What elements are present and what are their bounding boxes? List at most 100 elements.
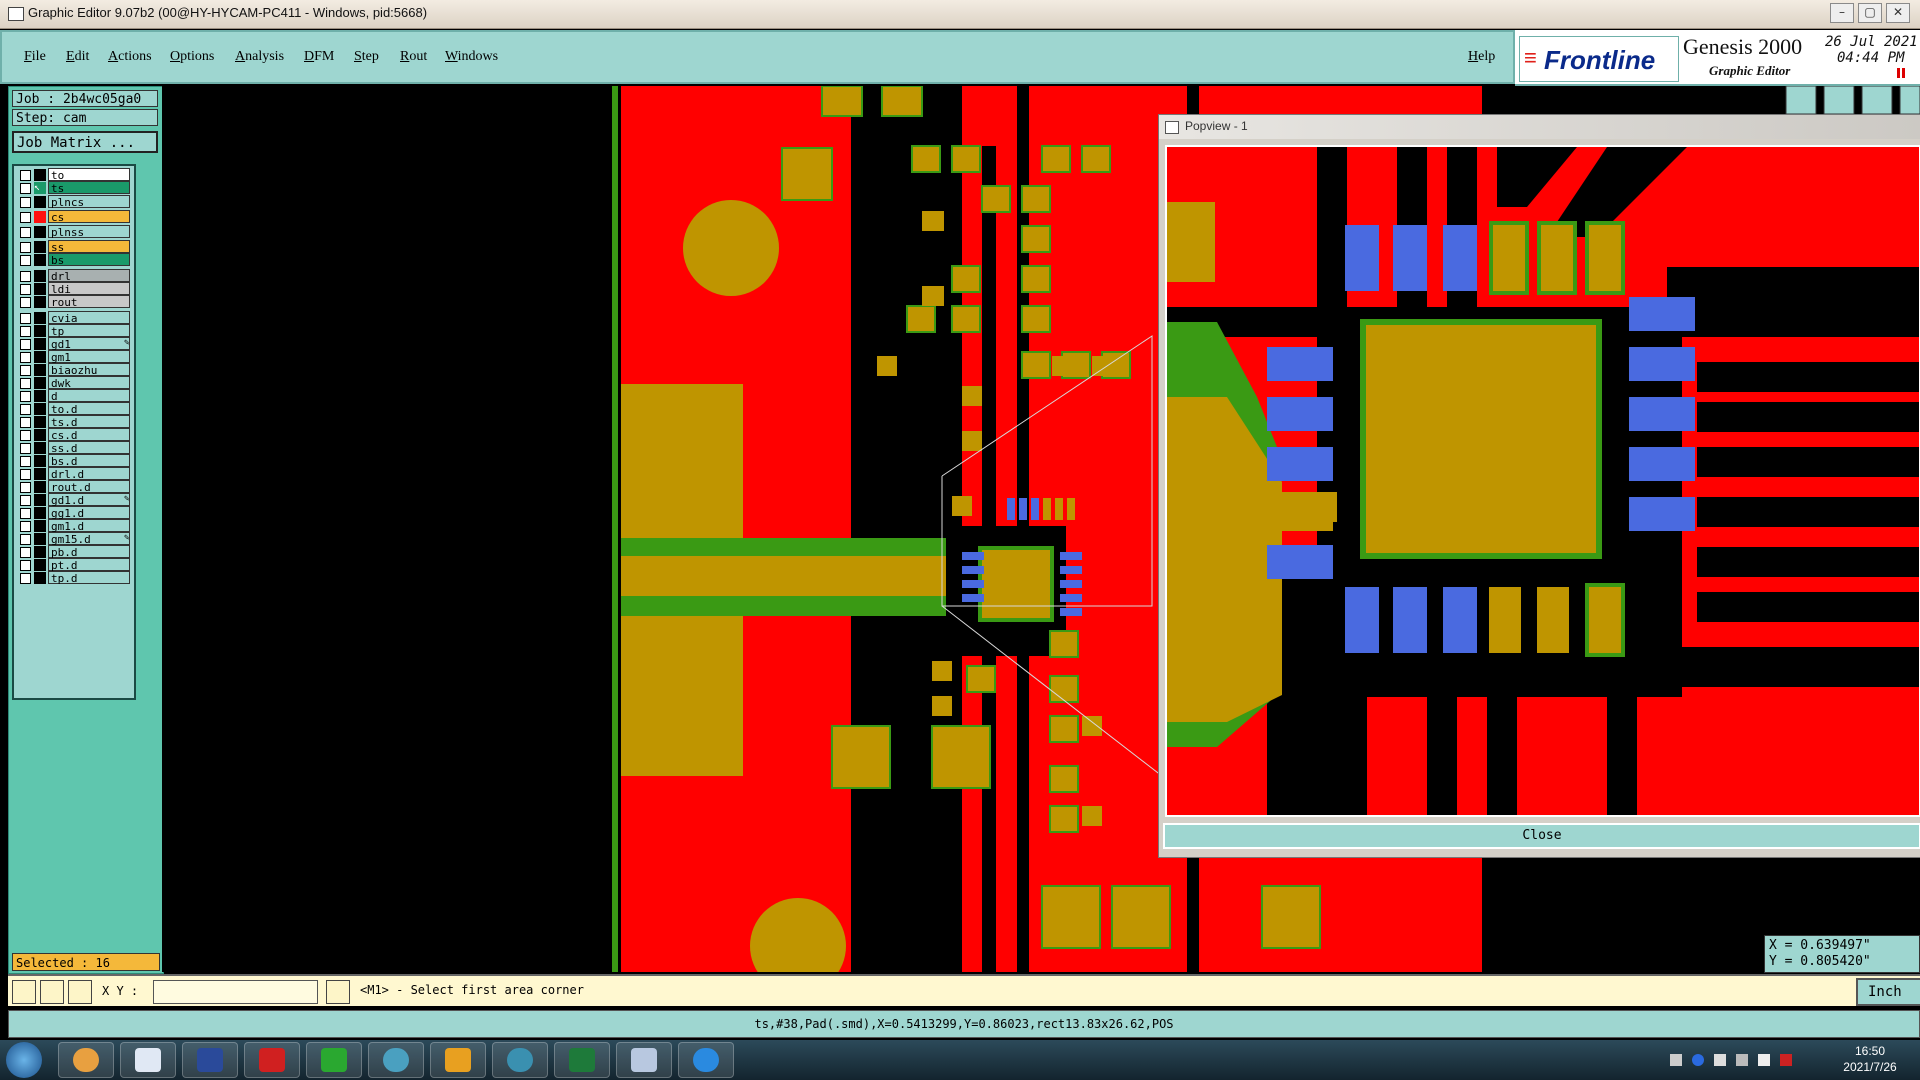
layer-checkbox[interactable] bbox=[20, 378, 31, 389]
menu-rout[interactable]: Rout bbox=[400, 49, 427, 65]
layer-color-swatch[interactable] bbox=[34, 390, 46, 402]
layer-color-swatch[interactable]: ↖ bbox=[34, 182, 46, 194]
layer-checkbox[interactable] bbox=[20, 417, 31, 428]
layer-checkbox[interactable] bbox=[20, 573, 31, 584]
layer-row-cvia[interactable]: cvia bbox=[16, 311, 134, 325]
tray-icon[interactable] bbox=[1670, 1054, 1682, 1066]
grid-icon[interactable] bbox=[68, 980, 92, 1004]
layer-name[interactable]: dwk bbox=[48, 376, 130, 390]
taskbar-app-excel[interactable] bbox=[554, 1042, 610, 1078]
layer-color-swatch[interactable] bbox=[34, 364, 46, 376]
menu-actions[interactable]: Actions bbox=[108, 49, 152, 65]
taskbar-app-eye[interactable] bbox=[492, 1042, 548, 1078]
layer-color-swatch[interactable] bbox=[34, 481, 46, 493]
layer-color-swatch[interactable] bbox=[34, 270, 46, 282]
units-selector[interactable]: Inch bbox=[1856, 978, 1920, 1006]
layer-row-ss-d[interactable]: ss.d bbox=[16, 441, 134, 455]
layer-name[interactable]: drl.d bbox=[48, 467, 130, 481]
menu-windows[interactable]: Windows bbox=[445, 49, 498, 65]
menu-edit[interactable]: Edit bbox=[66, 49, 89, 65]
layer-checkbox[interactable] bbox=[20, 284, 31, 295]
layer-name[interactable]: rout bbox=[48, 295, 130, 309]
layer-checkbox[interactable] bbox=[20, 271, 31, 282]
layer-checkbox[interactable] bbox=[20, 456, 31, 467]
layer-name[interactable]: drl bbox=[48, 269, 130, 283]
layer-row-cs-d[interactable]: cs.d bbox=[16, 428, 134, 442]
layer-row-rout[interactable]: rout bbox=[16, 295, 134, 309]
close-window-button[interactable]: ✕ bbox=[1886, 3, 1910, 23]
layer-row-bs-d[interactable]: bs.d bbox=[16, 454, 134, 468]
layer-checkbox[interactable] bbox=[20, 495, 31, 506]
maximize-button[interactable]: ▢ bbox=[1858, 3, 1882, 23]
layer-name[interactable]: ss.d bbox=[48, 441, 130, 455]
minimize-button[interactable]: – bbox=[1830, 3, 1854, 23]
layer-name[interactable]: bs.d bbox=[48, 454, 130, 468]
alert-icon[interactable] bbox=[1780, 1054, 1792, 1066]
popview-zoom-view[interactable] bbox=[1165, 145, 1920, 817]
layer-row-tp[interactable]: tp bbox=[16, 324, 134, 338]
layer-color-swatch[interactable] bbox=[34, 416, 46, 428]
measure-icon[interactable] bbox=[40, 980, 64, 1004]
layer-color-swatch[interactable] bbox=[34, 546, 46, 558]
layer-color-swatch[interactable] bbox=[34, 169, 46, 181]
taskbar-app-cube[interactable] bbox=[616, 1042, 672, 1078]
layer-name[interactable]: tp.d bbox=[48, 571, 130, 585]
layer-name[interactable]: gm1 bbox=[48, 350, 130, 364]
layer-checkbox[interactable] bbox=[20, 443, 31, 454]
layer-row-bs[interactable]: bs bbox=[16, 253, 134, 267]
zoomed-pcb[interactable] bbox=[1167, 147, 1919, 815]
menu-help[interactable]: Help bbox=[1468, 49, 1495, 65]
layer-checkbox[interactable] bbox=[20, 482, 31, 493]
layer-checkbox[interactable] bbox=[20, 521, 31, 532]
layer-row-gd1[interactable]: gd1 ✎ bbox=[16, 337, 134, 351]
layer-color-swatch[interactable] bbox=[34, 429, 46, 441]
taskbar-app-x[interactable] bbox=[430, 1042, 486, 1078]
layer-row-biaozhu[interactable]: biaozhu bbox=[16, 363, 134, 377]
layer-name[interactable]: ss bbox=[48, 240, 130, 254]
taskbar-app-genesis[interactable] bbox=[244, 1042, 300, 1078]
window-titlebar[interactable]: Graphic Editor 9.07b2 (00@HY-HYCAM-PC411… bbox=[0, 0, 1920, 29]
layer-name[interactable]: ldi bbox=[48, 282, 130, 296]
layer-row-to-d[interactable]: to.d bbox=[16, 402, 134, 416]
layer-color-swatch[interactable] bbox=[34, 351, 46, 363]
layer-row-gd1-d[interactable]: gd1.d ✎ bbox=[16, 493, 134, 507]
layer-name[interactable]: gm15.d bbox=[48, 532, 130, 546]
layer-checkbox[interactable] bbox=[20, 297, 31, 308]
layer-color-swatch[interactable] bbox=[34, 403, 46, 415]
layer-color-swatch[interactable] bbox=[34, 377, 46, 389]
layer-color-swatch[interactable] bbox=[34, 296, 46, 308]
layer-color-swatch[interactable] bbox=[34, 507, 46, 519]
layer-checkbox[interactable] bbox=[20, 326, 31, 337]
network-icon[interactable] bbox=[1714, 1054, 1726, 1066]
layer-checkbox[interactable] bbox=[20, 534, 31, 545]
layer-name[interactable]: ts.d bbox=[48, 415, 130, 429]
taskbar-app-shell[interactable] bbox=[58, 1042, 114, 1078]
menu-options[interactable]: Options bbox=[170, 49, 214, 65]
layer-row-gm1-d[interactable]: gm1.d bbox=[16, 519, 134, 533]
layer-color-swatch[interactable] bbox=[34, 312, 46, 324]
taskbar-app-p[interactable] bbox=[306, 1042, 362, 1078]
layer-checkbox[interactable] bbox=[20, 339, 31, 350]
menu-file[interactable]: File bbox=[24, 49, 46, 65]
snap-icon[interactable] bbox=[12, 980, 36, 1004]
layer-color-swatch[interactable] bbox=[34, 468, 46, 480]
layer-name[interactable]: to bbox=[48, 168, 130, 182]
popview-titlebar[interactable]: Popview - 1 bbox=[1159, 115, 1920, 139]
layer-row-plnss[interactable]: plnss bbox=[16, 225, 134, 239]
layer-row-rout-d[interactable]: rout.d bbox=[16, 480, 134, 494]
layer-checkbox[interactable] bbox=[20, 313, 31, 324]
layer-row-gm1[interactable]: gm1 bbox=[16, 350, 134, 364]
layer-checkbox[interactable] bbox=[20, 430, 31, 441]
layer-checkbox[interactable] bbox=[20, 404, 31, 415]
layer-color-swatch[interactable] bbox=[34, 254, 46, 266]
taskbar-app-chat[interactable] bbox=[678, 1042, 734, 1078]
menu-step[interactable]: Step bbox=[354, 49, 379, 65]
info-icon[interactable] bbox=[326, 980, 350, 1004]
layer-name[interactable]: tp bbox=[48, 324, 130, 338]
layer-name[interactable]: pt.d bbox=[48, 558, 130, 572]
layer-row-plncs[interactable]: plncs bbox=[16, 195, 134, 209]
layer-row-d[interactable]: d bbox=[16, 389, 134, 403]
taskbar-app-viewer[interactable] bbox=[368, 1042, 424, 1078]
layer-name[interactable]: gm1.d bbox=[48, 519, 130, 533]
layer-checkbox[interactable] bbox=[20, 365, 31, 376]
